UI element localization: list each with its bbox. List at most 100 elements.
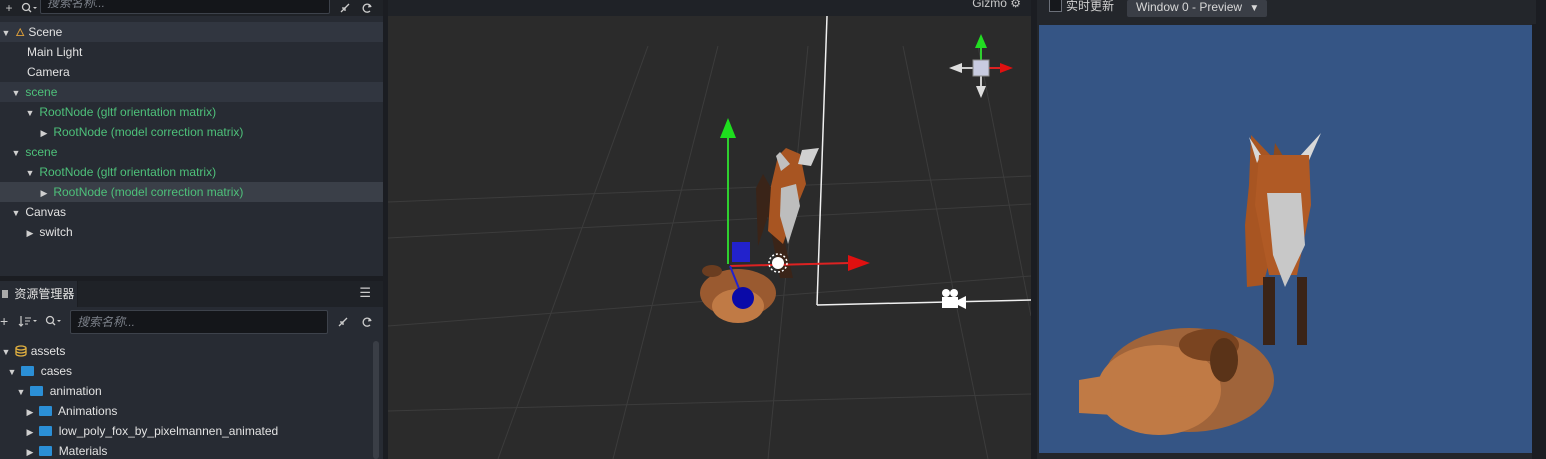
expand-arrow-icon[interactable]: ▶ — [24, 402, 36, 422]
search-icon — [45, 315, 61, 326]
expand-arrow-icon[interactable]: ▶ — [24, 442, 36, 459]
folder-icon — [39, 406, 53, 416]
window-select[interactable]: Window 0 - Preview ▼ — [1127, 0, 1267, 17]
hierarchy-panel: + 搜索名称... ▼ 🜂 Scene Main Light Camera ▼ … — [0, 0, 383, 276]
tree-node-scene-1[interactable]: ▼ scene — [0, 82, 383, 102]
assets-tab-icon — [2, 290, 8, 298]
expand-arrow-icon[interactable]: ▼ — [24, 163, 36, 183]
tree-node-label: Camera — [27, 65, 70, 79]
add-node-button[interactable]: + — [0, 0, 18, 16]
tree-node-scene-2[interactable]: ▼ scene — [0, 142, 383, 162]
tab-assets-label: 资源管理器 — [14, 287, 75, 301]
tree-node-main-light[interactable]: Main Light — [0, 42, 383, 62]
tree-node-label: scene — [25, 85, 58, 99]
tree-node-label: Scene — [28, 25, 63, 39]
database-icon — [15, 345, 27, 357]
expand-arrow-icon[interactable]: ▼ — [24, 103, 36, 123]
preview-edge — [1532, 24, 1536, 459]
tree-node-label: scene — [25, 145, 58, 159]
expand-arrow-icon[interactable]: ▼ — [6, 362, 18, 382]
folder-icon — [30, 386, 44, 396]
expand-arrow-icon[interactable]: ▼ — [0, 23, 12, 43]
assets-toolbar: + 搜索名称... — [0, 307, 383, 337]
realtime-checkbox[interactable] — [1049, 0, 1062, 12]
asset-item-animation[interactable]: ▼ animation — [0, 381, 383, 401]
realtime-label: 实时更新 — [1066, 0, 1115, 13]
assets-search-input[interactable]: 搜索名称... — [70, 310, 328, 334]
gizmo-plane-handle[interactable] — [732, 242, 750, 262]
tree-node-model-correction-2[interactable]: ▶ RootNode (model correction matrix) — [0, 182, 383, 202]
chevron-down-icon: ▼ — [1249, 3, 1260, 14]
asset-item-assets[interactable]: ▼ assets — [0, 341, 383, 361]
assets-scrollbar[interactable] — [373, 341, 379, 459]
asset-item-label: assets — [30, 344, 66, 358]
asset-item-label: Materials — [58, 444, 108, 458]
folder-icon — [21, 366, 35, 376]
refresh-button[interactable] — [358, 0, 376, 16]
gear-icon: ⚙ — [1010, 0, 1021, 10]
asset-item-materials[interactable]: ▶ Materials — [0, 441, 383, 459]
expand-arrow-icon[interactable]: ▼ — [10, 203, 22, 223]
expand-arrow-icon[interactable]: ▼ — [15, 382, 27, 402]
preview-toolbar: 实时更新 Window 0 - Preview ▼ — [1037, 0, 1536, 24]
preview-viewport[interactable] — [1039, 25, 1534, 453]
panel-menu-icon[interactable]: ☰ — [359, 285, 371, 301]
tree-node-label: RootNode (gltf orientation matrix) — [39, 105, 217, 119]
assets-panel: 资源管理器 ☰ + 搜索名称... ▼ assets ▼ cases ▼ ani… — [0, 281, 383, 459]
tree-node-scene-root[interactable]: ▼ 🜂 Scene — [0, 22, 383, 42]
folder-icon — [39, 426, 53, 436]
collapse-all-button[interactable] — [337, 316, 349, 331]
tree-node-camera[interactable]: Camera — [0, 62, 383, 82]
tree-node-label: Canvas — [25, 205, 67, 219]
tree-node-gltf-orientation-1[interactable]: ▼ RootNode (gltf orientation matrix) — [0, 102, 383, 122]
expand-arrow-icon[interactable]: ▼ — [10, 83, 22, 103]
asset-item-label: Animations — [58, 404, 118, 418]
expand-arrow-icon[interactable]: ▶ — [24, 223, 36, 243]
tree-node-label: RootNode (model correction matrix) — [53, 125, 244, 139]
add-asset-button[interactable]: + — [0, 313, 8, 329]
fox-model[interactable] — [756, 148, 819, 278]
scene-viewport[interactable] — [388, 16, 1031, 459]
refresh-icon — [362, 3, 372, 13]
gizmo-label: Gizmo — [972, 0, 1007, 10]
expand-arrow-icon[interactable]: ▶ — [38, 183, 50, 203]
tree-node-canvas[interactable]: ▼ Canvas — [0, 202, 383, 222]
tree-node-model-correction-1[interactable]: ▶ RootNode (model correction matrix) — [0, 122, 383, 142]
fire-icon: 🜂 — [15, 27, 25, 39]
search-filter-button[interactable] — [18, 0, 40, 16]
refresh-button[interactable] — [361, 316, 373, 331]
window-select-value: Window 0 - Preview — [1136, 0, 1243, 14]
x-axis-arrow[interactable] — [848, 255, 870, 271]
realtime-update-toggle[interactable]: 实时更新 — [1049, 0, 1114, 14]
tab-assets[interactable]: 资源管理器 — [0, 281, 78, 307]
hierarchy-search-input[interactable]: 搜索名称... — [40, 0, 330, 14]
asset-item-low-poly-fox[interactable]: ▶ low_poly_fox_by_pixelmannen_animated — [0, 421, 383, 441]
asset-item-label: animation — [49, 384, 102, 398]
scene-grid — [388, 45, 1031, 459]
tree-node-label: switch — [39, 225, 73, 239]
expand-arrow-icon[interactable]: ▼ — [0, 342, 12, 362]
z-axis-handle[interactable] — [732, 287, 754, 309]
sort-button[interactable] — [18, 315, 40, 330]
y-axis-arrow[interactable] — [720, 118, 736, 138]
orientation-gizmo[interactable] — [949, 34, 1013, 98]
search-filter-button[interactable] — [45, 315, 65, 330]
scene-view[interactable]: Gizmo ⚙ — [388, 0, 1031, 459]
refresh-icon — [362, 317, 372, 327]
tree-node-switch[interactable]: ▶ switch — [0, 222, 383, 242]
camera-icon[interactable] — [942, 289, 966, 309]
gizmo-menu[interactable]: Gizmo ⚙ — [972, 0, 1021, 10]
asset-item-animations[interactable]: ▶ Animations — [0, 401, 383, 421]
collapse-all-button[interactable] — [336, 0, 354, 16]
expand-arrow-icon[interactable]: ▼ — [10, 143, 22, 163]
asset-item-label: low_poly_fox_by_pixelmannen_animated — [58, 424, 279, 438]
tree-node-gltf-orientation-2[interactable]: ▼ RootNode (gltf orientation matrix) — [0, 162, 383, 182]
expand-arrow-icon[interactable]: ▶ — [38, 123, 50, 143]
asset-item-cases[interactable]: ▼ cases — [0, 361, 383, 381]
sort-icon — [18, 316, 37, 327]
collapse-icon — [340, 3, 350, 13]
tree-node-label: RootNode (gltf orientation matrix) — [39, 165, 217, 179]
expand-arrow-icon[interactable]: ▶ — [24, 422, 36, 442]
asset-item-label: cases — [40, 364, 73, 378]
scene-toolbar — [388, 0, 1031, 16]
